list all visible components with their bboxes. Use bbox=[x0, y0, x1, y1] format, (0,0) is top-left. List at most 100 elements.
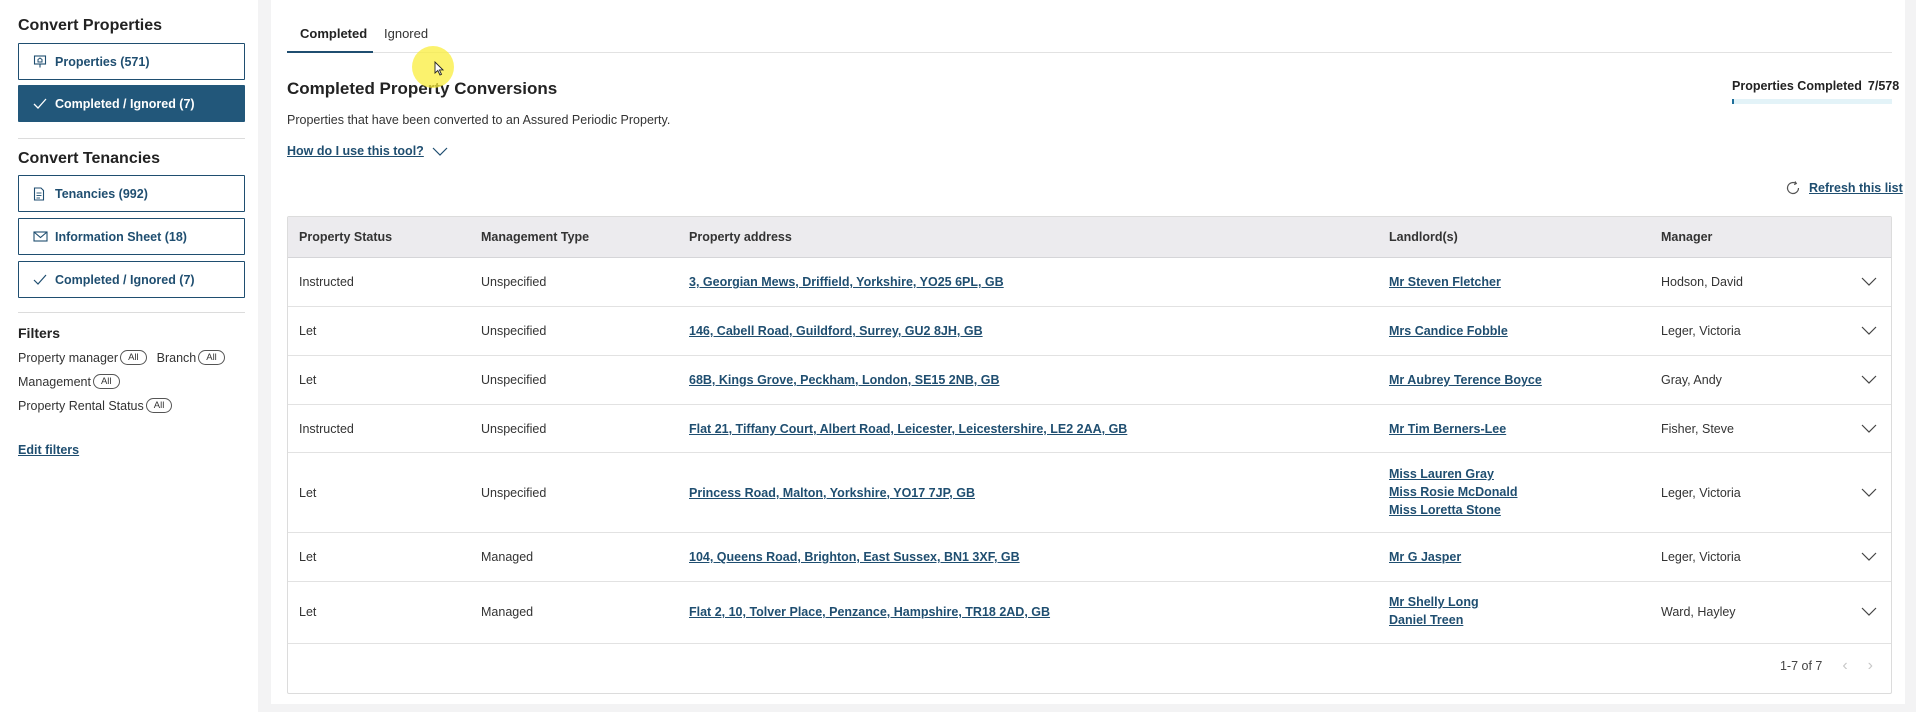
cell-management-type: Managed bbox=[481, 605, 534, 619]
table-row[interactable]: Let Managed 104, Queens Road, Brighton, … bbox=[288, 533, 1891, 582]
completed-ignored-properties-label: Completed / Ignored (7) bbox=[55, 96, 195, 111]
filter-pill-management[interactable]: All bbox=[92, 374, 120, 389]
cell-management-type: Managed bbox=[481, 550, 534, 564]
cell-manager: Fisher, Steve bbox=[1661, 422, 1734, 436]
check-icon bbox=[33, 274, 55, 285]
filter-row: Property Rental Status All bbox=[18, 398, 182, 413]
landlord-link[interactable]: Mr Tim Berners-Lee bbox=[1389, 422, 1506, 436]
filter-row: Property manager All Branch All bbox=[18, 350, 235, 365]
expand-row-chevron-down-icon[interactable] bbox=[1861, 326, 1877, 336]
column-header-property-status[interactable]: Property Status bbox=[299, 230, 392, 244]
main-panel: Completed Ignored Completed Property Con… bbox=[271, 0, 1905, 704]
chevron-right-icon[interactable]: › bbox=[1868, 657, 1873, 675]
filter-label-property-manager: Property manager bbox=[18, 350, 119, 365]
expand-row-chevron-down-icon[interactable] bbox=[1861, 607, 1877, 617]
tab-completed[interactable]: Completed bbox=[300, 26, 367, 41]
cell-landlords: Mrs Candice Fobble bbox=[1389, 324, 1508, 338]
progress-indicator: Properties Completed 7/578 bbox=[1732, 79, 1899, 104]
active-tab-indicator bbox=[287, 51, 373, 53]
property-address-link[interactable]: 104, Queens Road, Brighton, East Sussex,… bbox=[689, 550, 1020, 564]
cell-manager: Ward, Hayley bbox=[1661, 605, 1736, 619]
property-board-icon bbox=[33, 55, 55, 68]
cell-management-type: Unspecified bbox=[481, 275, 547, 289]
property-address-link[interactable]: 146, Cabell Road, Guildford, Surrey, GU2… bbox=[689, 324, 983, 338]
table-row[interactable]: Instructed Unspecified 3, Georgian Mews,… bbox=[288, 258, 1891, 307]
sidebar-divider bbox=[18, 312, 245, 313]
table-row[interactable]: Let Managed Flat 2, 10, Tolver Place, Pe… bbox=[288, 582, 1891, 644]
filter-label-branch: Branch bbox=[156, 350, 197, 365]
convert-properties-heading: Convert Properties bbox=[18, 17, 163, 34]
refresh-icon bbox=[1786, 181, 1800, 195]
tenancies-button[interactable]: Tenancies (992) bbox=[18, 175, 245, 212]
expand-row-chevron-down-icon[interactable] bbox=[1861, 424, 1877, 434]
table-row[interactable]: Let Unspecified Princess Road, Malton, Y… bbox=[288, 453, 1891, 533]
how-to-use-toggle[interactable]: How do I use this tool? bbox=[287, 144, 448, 158]
table-row[interactable]: Let Unspecified 68B, Kings Grove, Peckha… bbox=[288, 356, 1891, 405]
cell-manager: Hodson, David bbox=[1661, 275, 1743, 289]
cell-management-type: Unspecified bbox=[481, 324, 547, 338]
chevron-left-icon[interactable]: ‹ bbox=[1842, 657, 1847, 675]
progress-count: 7/578 bbox=[1867, 79, 1900, 93]
information-sheet-button[interactable]: Information Sheet (18) bbox=[18, 218, 245, 255]
cell-management-type: Unspecified bbox=[481, 486, 547, 500]
landlord-link[interactable]: Mr Aubrey Terence Boyce bbox=[1389, 373, 1542, 387]
filter-label-management: Management bbox=[18, 374, 91, 389]
landlord-link[interactable]: Daniel Treen bbox=[1389, 613, 1479, 627]
progress-label: Properties Completed bbox=[1732, 79, 1862, 93]
progress-bar bbox=[1732, 99, 1892, 104]
expand-row-chevron-down-icon[interactable] bbox=[1861, 277, 1877, 287]
refresh-list-label: Refresh this list bbox=[1809, 181, 1903, 195]
filter-pill-property-manager[interactable]: All bbox=[120, 350, 147, 365]
landlord-link[interactable]: Mrs Candice Fobble bbox=[1389, 324, 1508, 338]
landlord-link[interactable]: Mr Shelly Long bbox=[1389, 595, 1479, 609]
progress-label-row: Properties Completed 7/578 bbox=[1732, 79, 1899, 93]
filter-row: Management All bbox=[18, 374, 130, 389]
tab-bar: Completed Ignored bbox=[287, 0, 1892, 53]
mail-icon bbox=[33, 231, 55, 242]
expand-row-chevron-down-icon[interactable] bbox=[1861, 488, 1877, 498]
edit-filters-link[interactable]: Edit filters bbox=[18, 443, 79, 457]
information-sheet-label: Information Sheet (18) bbox=[55, 229, 187, 244]
filter-pill-branch[interactable]: All bbox=[198, 350, 225, 365]
cell-landlords: Mr Shelly Long Daniel Treen bbox=[1389, 595, 1479, 627]
pagination-range: 1-7 of 7 bbox=[1779, 659, 1823, 673]
refresh-list-button[interactable]: Refresh this list bbox=[1785, 180, 1903, 196]
conversions-table: Property Status Management Type Property… bbox=[287, 216, 1892, 694]
cell-property-status: Let bbox=[299, 373, 317, 387]
landlord-link[interactable]: Miss Rosie McDonald bbox=[1389, 485, 1518, 499]
cell-landlords: Mr Aubrey Terence Boyce bbox=[1389, 373, 1542, 387]
landlord-link[interactable]: Miss Loretta Stone bbox=[1389, 503, 1518, 517]
cell-manager: Leger, Victoria bbox=[1661, 550, 1741, 564]
column-header-management-type[interactable]: Management Type bbox=[481, 230, 589, 244]
column-header-landlords[interactable]: Landlord(s) bbox=[1389, 230, 1458, 244]
cell-manager: Gray, Andy bbox=[1661, 373, 1722, 387]
document-icon bbox=[33, 186, 55, 201]
filter-pill-property-rental-status[interactable]: All bbox=[145, 398, 173, 413]
column-header-manager[interactable]: Manager bbox=[1661, 230, 1712, 244]
properties-button[interactable]: Properties (571) bbox=[18, 43, 245, 80]
landlord-link[interactable]: Mr Steven Fletcher bbox=[1389, 275, 1501, 289]
cell-landlords: Mr Tim Berners-Lee bbox=[1389, 422, 1506, 436]
table-row[interactable]: Instructed Unspecified Flat 21, Tiffany … bbox=[288, 405, 1891, 453]
cell-management-type: Unspecified bbox=[481, 422, 547, 436]
property-address-link[interactable]: 68B, Kings Grove, Peckham, London, SE15 … bbox=[689, 373, 1000, 387]
completed-ignored-tenancies-button[interactable]: Completed / Ignored (7) bbox=[18, 261, 245, 298]
pagination: 1-7 of 7 ‹ › bbox=[1780, 657, 1873, 675]
expand-row-chevron-down-icon[interactable] bbox=[1861, 375, 1877, 385]
cell-landlords: Miss Lauren Gray Miss Rosie McDonald Mis… bbox=[1389, 467, 1518, 517]
progress-bar-fill bbox=[1732, 99, 1734, 104]
completed-ignored-properties-button[interactable]: Completed / Ignored (7) bbox=[18, 85, 245, 122]
filters-heading: Filters bbox=[18, 325, 61, 341]
cell-property-status: Instructed bbox=[299, 422, 354, 436]
expand-row-chevron-down-icon[interactable] bbox=[1861, 552, 1877, 562]
column-header-property-address[interactable]: Property address bbox=[689, 230, 792, 244]
tab-ignored[interactable]: Ignored bbox=[384, 26, 428, 41]
property-address-link[interactable]: Flat 21, Tiffany Court, Albert Road, Lei… bbox=[689, 422, 1127, 436]
property-address-link[interactable]: Flat 2, 10, Tolver Place, Penzance, Hamp… bbox=[689, 605, 1050, 619]
table-row[interactable]: Let Unspecified 146, Cabell Road, Guildf… bbox=[288, 307, 1891, 356]
property-address-link[interactable]: Princess Road, Malton, Yorkshire, YO17 7… bbox=[689, 486, 975, 500]
mouse-pointer-icon bbox=[434, 61, 444, 76]
landlord-link[interactable]: Mr G Jasper bbox=[1389, 550, 1461, 564]
landlord-link[interactable]: Miss Lauren Gray bbox=[1389, 467, 1518, 481]
property-address-link[interactable]: 3, Georgian Mews, Driffield, Yorkshire, … bbox=[689, 275, 1004, 289]
